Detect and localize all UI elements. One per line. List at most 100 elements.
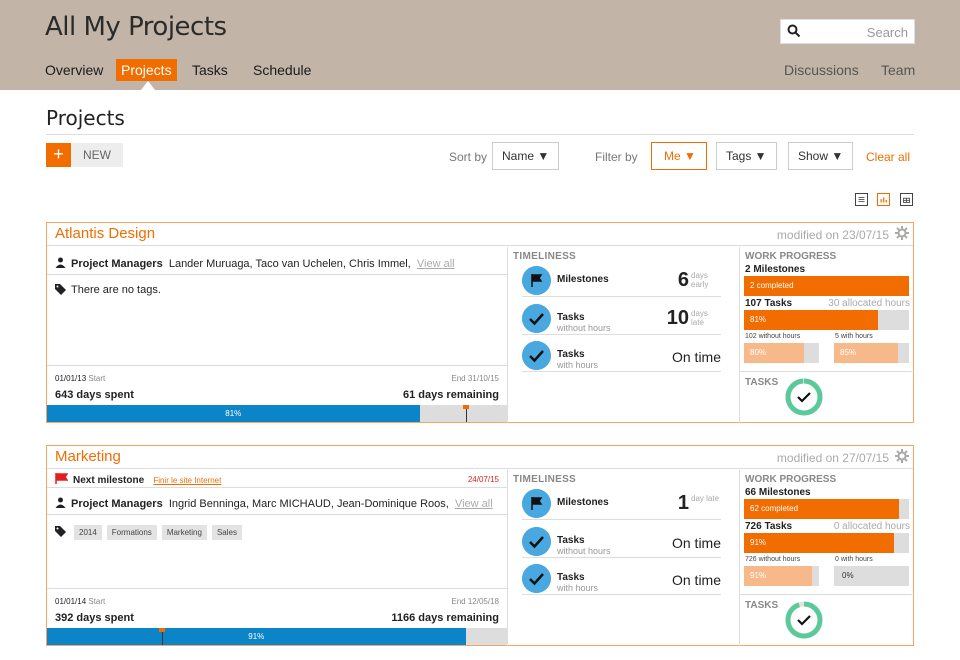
grid-view-icon[interactable] bbox=[900, 193, 913, 206]
check-icon bbox=[797, 392, 811, 403]
clear-all-link[interactable]: Clear all bbox=[866, 150, 910, 164]
without-hours-label: 102 without hours bbox=[745, 333, 801, 340]
tag-chip[interactable]: 2014 bbox=[74, 525, 102, 540]
gear-icon[interactable] bbox=[895, 226, 909, 240]
milestones-fill: 2 completed bbox=[744, 276, 909, 296]
nav-tasks[interactable]: Tasks bbox=[192, 59, 228, 81]
tag-chip[interactable]: Sales bbox=[211, 525, 242, 540]
start-word: Start bbox=[88, 597, 106, 606]
check-icon bbox=[797, 615, 811, 626]
filter-me-dropdown[interactable]: Me ▼ bbox=[651, 142, 707, 170]
filter-show-dropdown[interactable]: Show ▼ bbox=[788, 142, 854, 170]
time-progress-bar: 81% bbox=[47, 405, 507, 422]
milestones-count: 66 Milestones bbox=[745, 487, 811, 498]
without-hours-label: 726 without hours bbox=[745, 556, 801, 563]
project-details: Next milestone Finir le site Internet 24… bbox=[47, 470, 507, 646]
days-remaining: 61 days remaining bbox=[403, 389, 499, 401]
new-project-button[interactable]: + NEW bbox=[46, 143, 123, 167]
tl-unit: days late bbox=[691, 309, 708, 327]
nav-projects[interactable]: Projects bbox=[116, 59, 177, 81]
person-icon bbox=[55, 257, 66, 268]
tl-value: 10 bbox=[666, 307, 689, 329]
project-title[interactable]: Atlantis Design bbox=[55, 225, 155, 242]
no-tags-text: There are no tags. bbox=[71, 284, 161, 296]
days-spent: 392 days spent bbox=[55, 612, 134, 624]
tl-name: Milestones bbox=[557, 274, 609, 285]
tag-chip[interactable]: Marketing bbox=[161, 525, 207, 540]
managers-label: Project Managers bbox=[71, 258, 163, 270]
page-title: Projects bbox=[46, 106, 125, 130]
milestones-count: 2 Milestones bbox=[745, 264, 806, 275]
flag-icon bbox=[522, 266, 551, 295]
sort-dropdown[interactable]: Name ▼ bbox=[492, 142, 560, 170]
tags-row: 2014 Formations Marketing Sales bbox=[55, 525, 247, 540]
tl-value: 6 bbox=[677, 269, 689, 291]
project-card-atlantis: Atlantis Design modified on 23/07/15 Pro… bbox=[46, 222, 914, 423]
timeliness-milestones: Milestones 1 day late bbox=[522, 489, 721, 520]
card-header: Marketing modified on 27/07/15 bbox=[47, 446, 913, 469]
list-view-icon[interactable] bbox=[855, 193, 868, 206]
managers-row: Project Managers Lander Muruaga, Taco va… bbox=[55, 257, 455, 270]
app-title: All My Projects bbox=[45, 12, 227, 42]
nav-overview[interactable]: Overview bbox=[45, 59, 103, 81]
nav-team[interactable]: Team bbox=[881, 59, 915, 81]
managers-names: Ingrid Benninga, Marc MICHAUD, Jean-Domi… bbox=[168, 498, 449, 510]
check-icon bbox=[522, 304, 551, 333]
tl-name: Milestones bbox=[557, 497, 609, 508]
search-input[interactable]: Search bbox=[867, 25, 908, 40]
tasks-fill: 91% bbox=[744, 533, 895, 553]
chart-view-icon[interactable] bbox=[877, 193, 890, 206]
modified-date: modified on 27/07/15 bbox=[776, 451, 889, 465]
milestones-bar: 62 completed bbox=[744, 499, 909, 519]
divider bbox=[740, 594, 914, 595]
timeliness-tasks-no-hours: Tasks without hours On time bbox=[522, 527, 721, 558]
next-milestone-row: Next milestone Finir le site Internet 24… bbox=[55, 473, 499, 486]
nav-schedule[interactable]: Schedule bbox=[253, 59, 311, 81]
days-summary: 643 days spent 61 days remaining bbox=[55, 389, 499, 401]
gear-icon[interactable] bbox=[895, 449, 909, 463]
project-title[interactable]: Marketing bbox=[55, 448, 121, 465]
tasks-ring bbox=[785, 378, 823, 416]
search-icon bbox=[787, 24, 801, 38]
today-marker-dot bbox=[462, 405, 469, 409]
allocated-hours: 30 allocated hours bbox=[828, 298, 910, 309]
search-box[interactable]: Search bbox=[780, 19, 915, 44]
without-hours-fill: 80% bbox=[744, 343, 804, 363]
divider bbox=[47, 274, 507, 275]
tl-value: 1 bbox=[677, 492, 689, 514]
tl-status: On time bbox=[671, 535, 721, 551]
nav-discussions[interactable]: Discussions bbox=[784, 59, 859, 81]
tl-sub: with hours bbox=[557, 583, 599, 593]
managers-names: Lander Muruaga, Taco van Uchelen, Chris … bbox=[168, 258, 411, 270]
tl-name: Tasks bbox=[557, 349, 585, 360]
view-all-link[interactable]: View all bbox=[417, 258, 455, 270]
divider bbox=[47, 487, 507, 488]
work-progress-title: WORK PROGRESS bbox=[745, 474, 837, 485]
next-milestone-link[interactable]: Finir le site Internet bbox=[153, 476, 221, 485]
tl-unit: days early bbox=[691, 271, 709, 289]
days-remaining: 1166 days remaining bbox=[391, 612, 499, 624]
timeliness-title: TIMELINESS bbox=[513, 251, 577, 262]
tasks-count: 726 Tasks bbox=[745, 521, 793, 532]
timeliness-tasks-with-hours: Tasks with hours On time bbox=[522, 341, 721, 372]
milestones-bar: 2 completed bbox=[744, 276, 909, 296]
start-word: Start bbox=[88, 374, 106, 383]
check-icon bbox=[522, 564, 551, 593]
tl-name: Tasks bbox=[557, 535, 585, 546]
managers-row: Project Managers Ingrid Benninga, Marc M… bbox=[55, 497, 493, 510]
check-icon bbox=[522, 341, 551, 370]
tasks-bar: 81% bbox=[744, 310, 909, 330]
tag-icon bbox=[55, 526, 66, 537]
divider bbox=[47, 514, 507, 515]
end-date: End 12/05/18 bbox=[451, 597, 499, 606]
allocated-hours: 0 allocated hours bbox=[833, 521, 910, 532]
title-divider bbox=[46, 134, 914, 135]
with-hours-bar: 85% bbox=[834, 343, 909, 363]
card-header: Atlantis Design modified on 23/07/15 bbox=[47, 223, 913, 246]
start-date: 01/01/14 bbox=[55, 597, 87, 606]
tl-unit: day late bbox=[691, 494, 720, 503]
tl-status: On time bbox=[671, 349, 721, 365]
filter-tags-dropdown[interactable]: Tags ▼ bbox=[716, 142, 777, 170]
tag-chip[interactable]: Formations bbox=[106, 525, 157, 540]
view-all-link[interactable]: View all bbox=[455, 498, 493, 510]
